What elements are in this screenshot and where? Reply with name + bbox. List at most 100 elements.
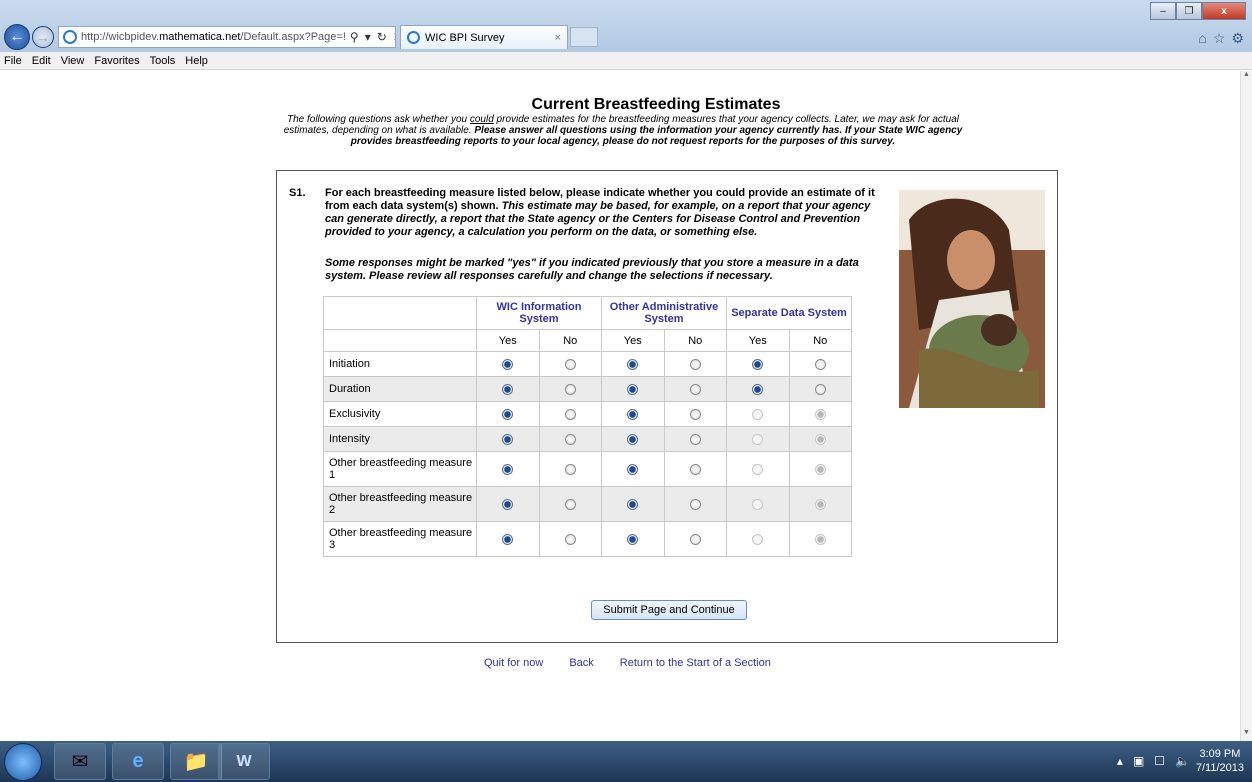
file-explorer-icon[interactable]: 📁 bbox=[170, 743, 222, 780]
browser-titlebar: – ❐ x ← → http://wicbpidev. mathematica.n… bbox=[0, 0, 1252, 52]
submit-button[interactable]: Submit Page and Continue bbox=[591, 600, 747, 620]
radio-cell bbox=[601, 351, 665, 377]
radio-no[interactable] bbox=[564, 358, 576, 370]
radio-no bbox=[814, 498, 826, 510]
radio-no[interactable] bbox=[564, 463, 576, 475]
menu-favorites[interactable]: Favorites bbox=[94, 55, 139, 67]
start-button[interactable] bbox=[4, 743, 42, 781]
radio-yes[interactable] bbox=[502, 358, 514, 370]
radio-yes[interactable] bbox=[502, 463, 514, 475]
measure-label: Other breastfeeding measure 1 bbox=[323, 451, 477, 487]
address-bar[interactable]: http://wicbpidev. mathematica.net/Default… bbox=[58, 26, 396, 48]
radio-cell bbox=[788, 376, 852, 402]
menu-tools[interactable]: Tools bbox=[150, 55, 176, 67]
radio-cell bbox=[538, 486, 602, 522]
return-link[interactable]: Return to the Start of a Section bbox=[620, 657, 771, 669]
radio-cell bbox=[476, 401, 540, 427]
back-link[interactable]: Back bbox=[569, 657, 593, 669]
radio-yes[interactable] bbox=[627, 498, 639, 510]
radio-cell bbox=[538, 426, 602, 452]
clock[interactable]: 3:09 PM 7/11/2013 bbox=[1196, 747, 1244, 775]
radio-cell bbox=[476, 486, 540, 522]
internet-explorer-icon[interactable]: e bbox=[112, 743, 164, 780]
radio-cell bbox=[726, 376, 790, 402]
quit-link[interactable]: Quit for now bbox=[484, 657, 543, 669]
menu-help[interactable]: Help bbox=[185, 55, 208, 67]
radio-no[interactable] bbox=[689, 408, 701, 420]
radio-yes[interactable] bbox=[627, 408, 639, 420]
taskbar: ✉ e 📁 W ▴ ▣ ☐ 🔈 3:09 PM 7/11/2013 bbox=[0, 741, 1252, 782]
radio-no[interactable] bbox=[564, 498, 576, 510]
system-header-wic: WIC Information System bbox=[476, 296, 602, 330]
tab-wic-bpi-survey[interactable]: WIC BPI Survey × bbox=[400, 25, 568, 49]
scroll-up-icon[interactable]: ▲ bbox=[1241, 71, 1252, 83]
vertical-scrollbar[interactable]: ▲ ▼ bbox=[1240, 71, 1252, 741]
close-tab-icon[interactable]: × bbox=[555, 32, 561, 44]
radio-no[interactable] bbox=[814, 383, 826, 395]
radio-no[interactable] bbox=[689, 433, 701, 445]
radio-yes[interactable] bbox=[502, 383, 514, 395]
radio-yes[interactable] bbox=[502, 533, 514, 545]
show-hidden-icons-icon[interactable]: ▴ bbox=[1117, 754, 1123, 768]
radio-yes[interactable] bbox=[502, 433, 514, 445]
radio-yes[interactable] bbox=[627, 358, 639, 370]
radio-yes[interactable] bbox=[627, 463, 639, 475]
menu-view[interactable]: View bbox=[61, 55, 85, 67]
radio-no[interactable] bbox=[814, 358, 826, 370]
close-window-button[interactable]: x bbox=[1202, 2, 1246, 20]
measure-label: Intensity bbox=[323, 426, 477, 452]
ie-page-icon bbox=[63, 30, 77, 44]
radio-yes[interactable] bbox=[627, 533, 639, 545]
radio-no[interactable] bbox=[689, 358, 701, 370]
scroll-down-icon[interactable]: ▼ bbox=[1241, 729, 1252, 741]
tab-title: WIC BPI Survey bbox=[425, 31, 505, 44]
radio-yes bbox=[752, 463, 764, 475]
radio-yes[interactable] bbox=[752, 358, 764, 370]
radio-no[interactable] bbox=[564, 533, 576, 545]
radio-cell bbox=[476, 451, 540, 487]
radio-no bbox=[814, 433, 826, 445]
restore-button[interactable]: ❐ bbox=[1176, 2, 1202, 20]
back-arrow-icon[interactable]: ← bbox=[4, 24, 30, 50]
measure-label: Duration bbox=[323, 376, 477, 402]
stop-icon[interactable]: ✕ bbox=[393, 30, 395, 44]
volume-icon[interactable]: 🔈 bbox=[1175, 754, 1190, 768]
new-tab-button[interactable] bbox=[570, 27, 598, 47]
question-note: Some responses might be marked "yes" if … bbox=[325, 257, 859, 282]
radio-no[interactable] bbox=[564, 408, 576, 420]
favorites-star-icon[interactable]: ☆ bbox=[1213, 30, 1226, 47]
radio-cell bbox=[538, 451, 602, 487]
yes-header: Yes bbox=[476, 329, 540, 352]
radio-no[interactable] bbox=[689, 463, 701, 475]
radio-no[interactable] bbox=[564, 433, 576, 445]
radio-no[interactable] bbox=[564, 383, 576, 395]
search-icon[interactable]: ⚲ bbox=[350, 30, 359, 44]
outlook-icon[interactable]: ✉ bbox=[54, 743, 106, 780]
menu-edit[interactable]: Edit bbox=[32, 55, 51, 67]
action-center-icon[interactable]: ☐ bbox=[1154, 754, 1165, 768]
radio-yes[interactable] bbox=[627, 383, 639, 395]
dropdown-icon[interactable]: ▾ bbox=[365, 30, 371, 44]
radio-no[interactable] bbox=[689, 533, 701, 545]
network-icon[interactable]: ▣ bbox=[1133, 754, 1144, 768]
radio-yes bbox=[752, 498, 764, 510]
radio-yes bbox=[752, 433, 764, 445]
menu-file[interactable]: File bbox=[4, 55, 22, 67]
radio-yes[interactable] bbox=[502, 408, 514, 420]
radio-cell bbox=[476, 426, 540, 452]
radio-yes[interactable] bbox=[627, 433, 639, 445]
minimize-button[interactable]: – bbox=[1150, 2, 1176, 20]
grid-corner-cell-2 bbox=[323, 329, 477, 352]
refresh-icon[interactable]: ↻ bbox=[377, 30, 387, 44]
forward-arrow-icon[interactable]: → bbox=[32, 26, 54, 48]
radio-no[interactable] bbox=[689, 498, 701, 510]
radio-yes bbox=[752, 408, 764, 420]
radio-yes[interactable] bbox=[502, 498, 514, 510]
measure-label: Exclusivity bbox=[323, 401, 477, 427]
radio-yes[interactable] bbox=[752, 383, 764, 395]
radio-no[interactable] bbox=[689, 383, 701, 395]
word-icon[interactable]: W bbox=[218, 743, 270, 780]
gear-icon[interactable]: ⚙ bbox=[1231, 30, 1244, 47]
table-row: Initiation bbox=[323, 351, 852, 377]
home-icon[interactable]: ⌂ bbox=[1198, 30, 1206, 47]
